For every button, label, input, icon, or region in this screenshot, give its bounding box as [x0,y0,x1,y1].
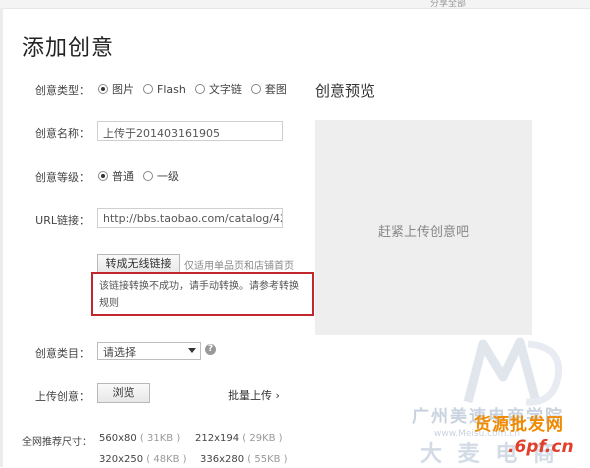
top-strip: 分享全部 [0,0,590,9]
creative-level-radio-group: 普通 一级 [98,168,188,184]
preview-area: 赶紧上传创意吧 [315,120,532,335]
radio-unchecked-icon [194,84,205,94]
watermark-site: .6pf.cn [508,437,574,457]
creative-level-label: 创意等级： [35,171,90,184]
radio-checked-icon [98,171,108,181]
size-item: 336x280 ( 55KB ) [200,454,288,465]
convert-wireless-link-button[interactable]: 转成无线链接 [97,254,180,274]
convert-hint: 仅适用单品页和店铺首页 [184,261,294,272]
radio-unchecked-icon [143,171,153,181]
top-ghost-text: 分享全部 [430,0,467,9]
upload-label: 上传创意： [35,390,90,403]
conversion-error-message: 该链接转换不成功，请手动转换。请参考转换规则 [91,272,314,316]
batch-upload-link[interactable]: 批量上传 › [228,387,280,403]
url-input[interactable]: http://bbs.taobao.com/catalog/4240 [97,208,283,228]
size-item: 560x80 ( 31KB ) [99,433,181,444]
creative-level-normal-radio[interactable]: 普通 [98,168,134,184]
watermark-logo-icon [463,337,563,406]
page-title: 添加创意 [22,36,115,61]
creative-name-input[interactable]: 上传于201403161905 [97,121,283,141]
preview-title: 创意预览 [315,82,376,100]
help-icon[interactable]: ? [205,344,216,355]
creative-type-image-radio[interactable]: 图片 [98,81,134,97]
url-label: URL链接： [35,214,90,227]
creative-name-label: 创意名称： [35,127,90,140]
creative-type-textlink-radio[interactable]: 文字链 [194,81,242,97]
creative-type-flash-radio[interactable]: Flash [143,83,186,96]
radio-unchecked-icon [250,84,261,94]
creative-type-label: 创意类型： [35,84,90,97]
preview-placeholder: 赶紧上传创意吧 [377,225,469,240]
radio-checked-icon [98,84,108,94]
creative-type-radio-group: 图片 Flash 文字链 套图 [98,81,296,97]
category-select-value: 请选择 [103,346,136,359]
left-edge [0,8,3,467]
watermark-orange-text: 货源批发网 [474,415,564,435]
chevron-down-icon [188,348,196,353]
creative-level-first-radio[interactable]: 一级 [143,168,179,184]
size-item: 320x250 ( 48KB ) [99,454,187,465]
recommended-sizes-label: 全网推荐尺寸： [22,437,92,448]
radio-unchecked-icon [143,84,153,94]
category-select[interactable]: 请选择 [97,342,201,360]
creative-type-set-radio[interactable]: 套图 [250,81,287,97]
category-label: 创意类目： [35,347,90,360]
browse-button[interactable]: 浏览 [97,383,150,403]
size-item: 212x194 ( 29KB ) [195,433,283,444]
